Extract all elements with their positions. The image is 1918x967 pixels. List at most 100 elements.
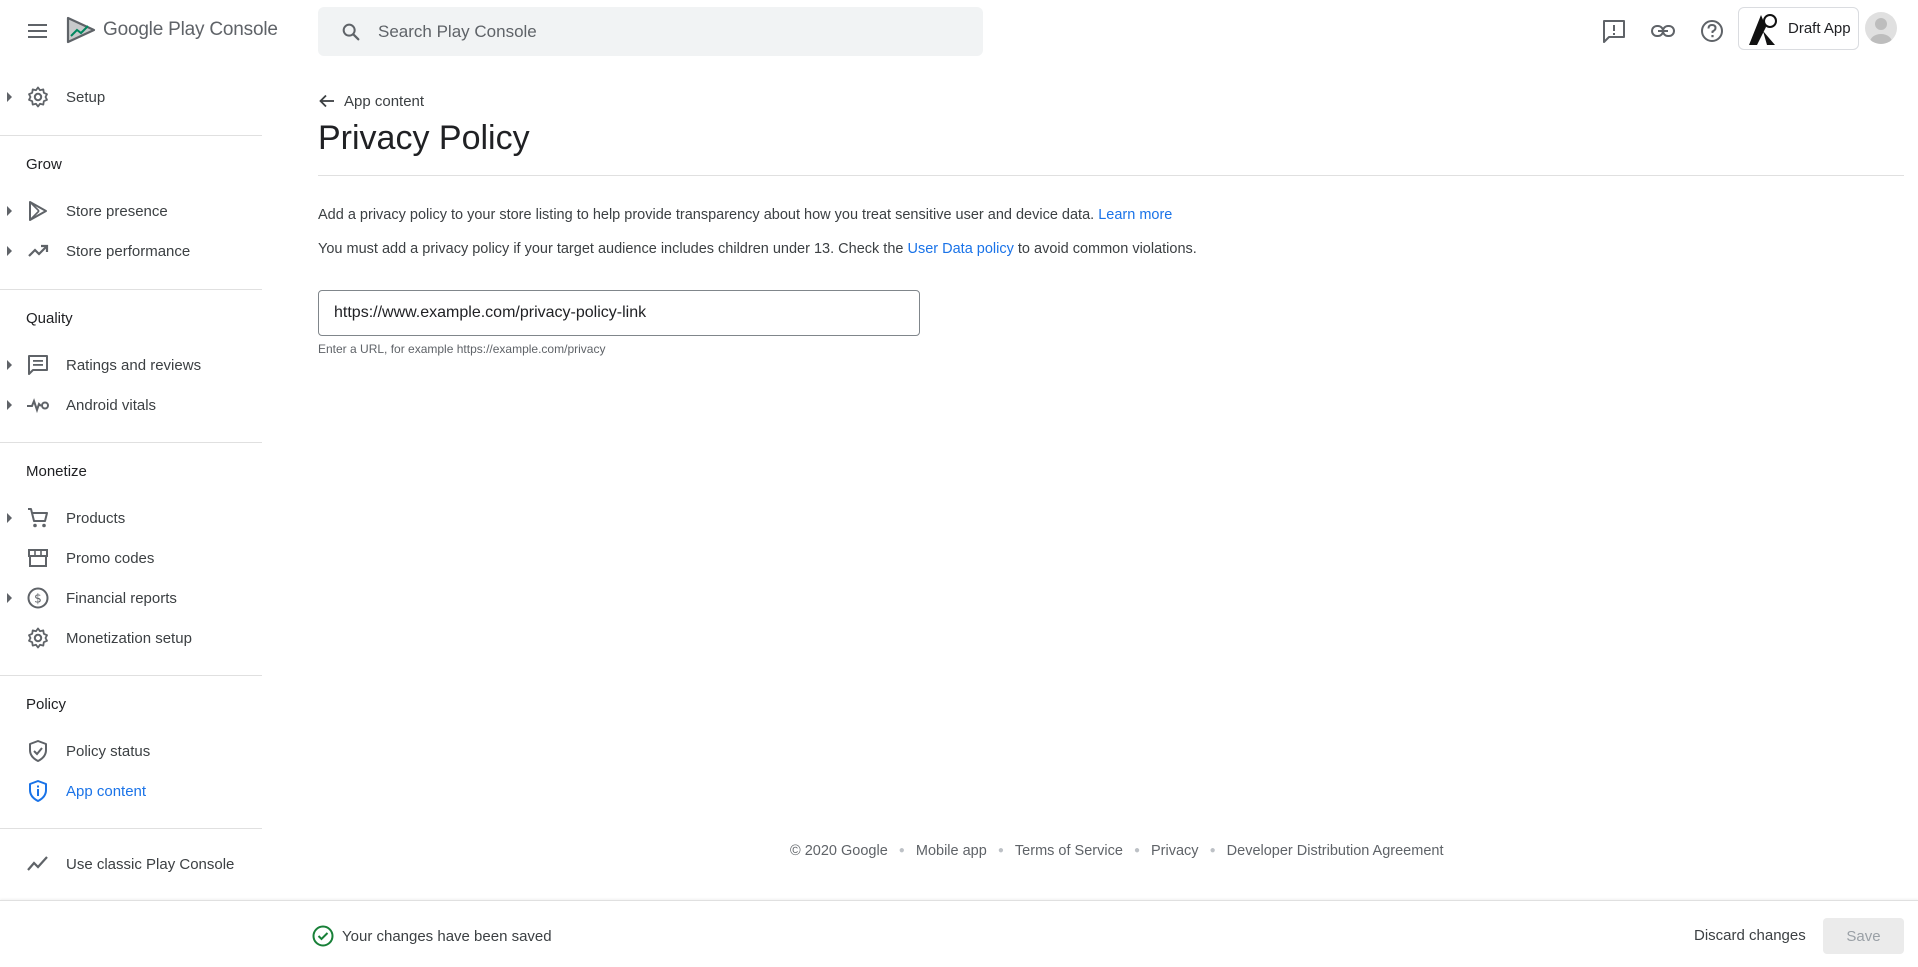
expand-caret-icon xyxy=(7,206,12,216)
help-icon[interactable] xyxy=(1699,18,1725,44)
save-bar: Your changes have been saved Discard cha… xyxy=(0,900,1918,967)
privacy-policy-url-field[interactable] xyxy=(318,290,920,336)
sidebar-item-label: Android vitals xyxy=(66,397,157,414)
sidebar-item-financial-reports[interactable]: $ Financial reports xyxy=(0,580,262,616)
sidebar-item-promo-codes[interactable]: Promo codes xyxy=(0,540,262,576)
sidebar-item-label: Promo codes xyxy=(66,550,155,567)
play-console-logo[interactable] xyxy=(66,16,96,44)
gear-icon xyxy=(28,627,48,649)
divider xyxy=(0,289,262,290)
account-icon xyxy=(1870,18,1892,44)
sidebar-item-monetization-setup[interactable]: Monetization setup xyxy=(0,620,262,656)
sidebar-item-label: Products xyxy=(66,510,126,527)
page-title: Privacy Policy xyxy=(318,119,530,157)
footer-link-terms[interactable]: Terms of Service xyxy=(1015,843,1123,859)
svg-text:$: $ xyxy=(34,592,42,606)
privacy-description-text: Add a privacy policy to your store listi… xyxy=(318,207,1095,223)
sidebar-item-setup[interactable]: Setup xyxy=(0,79,262,115)
app-brand[interactable]: Google Play Console xyxy=(103,19,278,41)
page-footer: © 2020 Google ● Mobile app ● Terms of Se… xyxy=(790,843,1443,863)
arrow-back-icon xyxy=(319,94,334,108)
privacy-description: Add a privacy policy to your store listi… xyxy=(318,207,1172,223)
sidebar-item-label: Financial reports xyxy=(66,590,177,607)
search-icon xyxy=(342,23,360,41)
footer-link-dda[interactable]: Developer Distribution Agreement xyxy=(1227,843,1444,859)
brand-google: Google Play xyxy=(103,19,205,40)
expand-caret-icon xyxy=(7,593,12,603)
separator-dot: ● xyxy=(1133,845,1140,856)
back-link-label: App content xyxy=(344,93,425,110)
sidebar-item-store-presence[interactable]: Store presence xyxy=(0,193,262,229)
sidebar-item-ratings-and-reviews[interactable]: Ratings and reviews xyxy=(0,347,262,383)
sidebar-item-label: Store performance xyxy=(66,243,191,260)
url-hint-text: Enter a URL, for example https://example… xyxy=(318,342,606,356)
footer-link-mobile-app[interactable]: Mobile app xyxy=(916,843,987,859)
shield-check-icon xyxy=(29,740,47,762)
cart-icon xyxy=(28,508,48,528)
search-bar[interactable] xyxy=(318,7,983,56)
expand-caret-icon xyxy=(7,92,12,102)
sidebar-item-label: Ratings and reviews xyxy=(66,357,202,374)
divider xyxy=(0,828,262,829)
privacy-requirement-text: You must add a privacy policy if your ta… xyxy=(318,241,1197,257)
separator-dot: ● xyxy=(898,845,905,856)
shield-info-icon xyxy=(29,780,47,802)
vitals-icon xyxy=(27,398,49,414)
app-logo-icon xyxy=(1749,14,1777,45)
app-name: Draft App xyxy=(1788,20,1851,37)
save-status-text: Your changes have been saved xyxy=(342,928,552,945)
requirement-text-after: to avoid common violations. xyxy=(1017,241,1197,257)
store-icon xyxy=(28,549,48,567)
expand-caret-icon xyxy=(7,360,12,370)
divider xyxy=(0,135,262,136)
menu-icon[interactable] xyxy=(26,20,50,42)
sidebar-item-store-performance[interactable]: Store performance xyxy=(0,233,262,269)
section-title-grow: Grow xyxy=(26,156,62,173)
sidebar-item-label: Store presence xyxy=(66,203,168,220)
brand-console: Console xyxy=(209,19,278,40)
gear-icon xyxy=(28,86,48,108)
divider xyxy=(0,675,262,676)
copyright-text: © 2020 Google xyxy=(790,843,888,859)
dollar-icon: $ xyxy=(27,587,49,609)
discard-changes-button[interactable]: Discard changes xyxy=(1688,918,1812,954)
section-title-quality: Quality xyxy=(26,310,73,327)
user-data-policy-link[interactable]: User Data policy xyxy=(907,241,1013,257)
sidebar-item-label: Use classic Play Console xyxy=(66,856,235,873)
section-title-policy: Policy xyxy=(26,696,67,713)
play-icon xyxy=(29,201,47,221)
sidebar-item-use-classic-play-console[interactable]: Use classic Play Console xyxy=(0,846,262,882)
sidebar-item-label: Monetization setup xyxy=(66,630,192,647)
trending-up-icon xyxy=(28,244,49,257)
divider xyxy=(0,442,262,443)
sidebar-item-app-content[interactable]: App content xyxy=(0,773,262,809)
sidebar-item-android-vitals[interactable]: Android vitals xyxy=(0,387,262,423)
sidebar-item-policy-status[interactable]: Policy status xyxy=(0,733,262,769)
sidebar-item-label: Setup xyxy=(66,89,106,106)
separator-dot: ● xyxy=(1209,845,1216,856)
check-circle-icon xyxy=(312,925,334,947)
account-avatar[interactable] xyxy=(1865,12,1897,44)
link-icon[interactable] xyxy=(1650,18,1676,44)
expand-caret-icon xyxy=(7,400,12,410)
trending-icon xyxy=(27,856,48,871)
sidebar-item-label: Policy status xyxy=(66,743,151,760)
privacy-policy-url-input[interactable] xyxy=(334,291,904,335)
sidebar-nav: Setup Grow Store presence Store performa… xyxy=(0,62,262,900)
save-button[interactable]: Save xyxy=(1823,918,1904,954)
divider xyxy=(318,175,1904,176)
expand-caret-icon xyxy=(7,513,12,523)
section-title-monetize: Monetize xyxy=(26,463,87,480)
requirement-text-before: You must add a privacy policy if your ta… xyxy=(318,241,904,257)
app-selector[interactable]: Draft App xyxy=(1738,7,1859,50)
learn-more-link[interactable]: Learn more xyxy=(1098,207,1172,223)
top-app-bar: Google Play Console Draft App xyxy=(0,0,1918,62)
footer-link-privacy[interactable]: Privacy xyxy=(1151,843,1199,859)
separator-dot: ● xyxy=(997,845,1004,856)
feedback-icon[interactable] xyxy=(1601,18,1627,44)
sidebar-item-label: App content xyxy=(66,783,147,800)
reviews-icon xyxy=(28,355,48,375)
search-input[interactable] xyxy=(378,7,958,56)
sidebar-item-products[interactable]: Products xyxy=(0,500,262,536)
expand-caret-icon xyxy=(7,246,12,256)
